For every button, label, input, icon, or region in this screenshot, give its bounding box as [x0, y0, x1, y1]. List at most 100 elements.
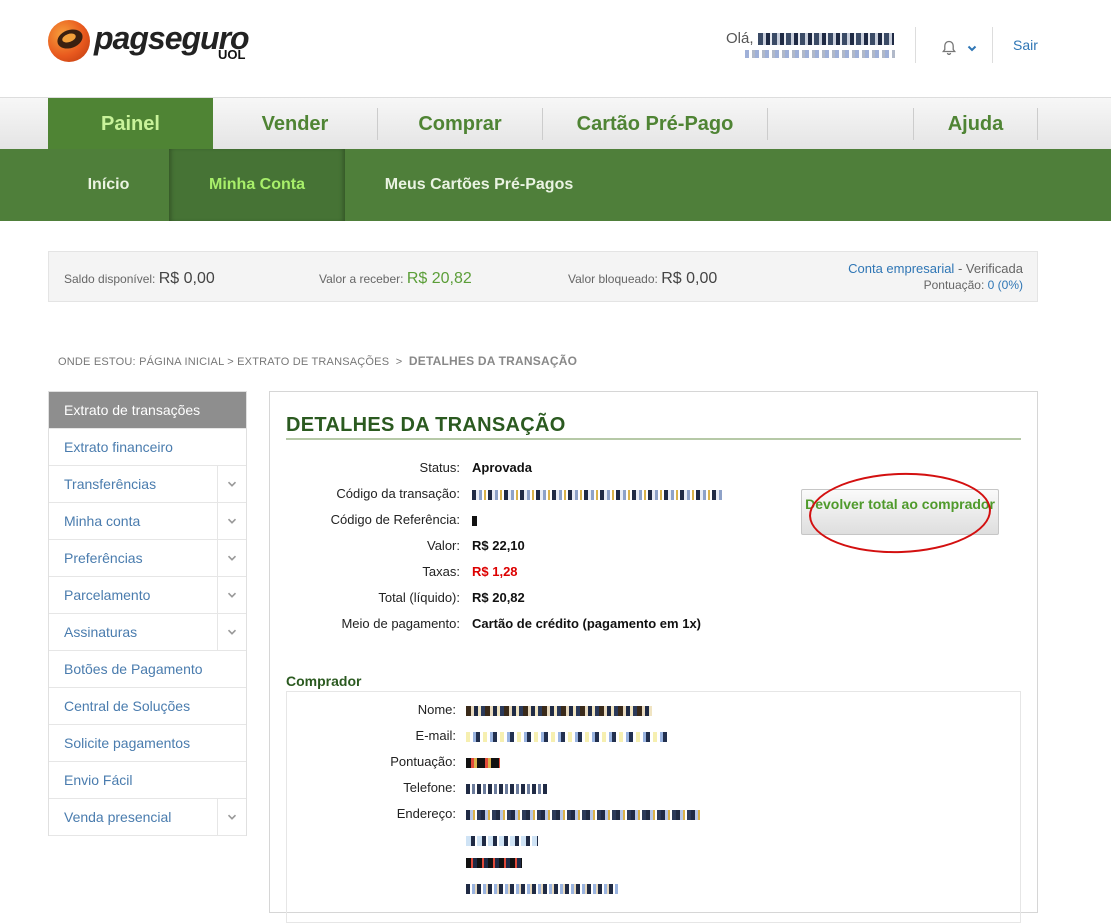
- breadcrumb-extrato[interactable]: EXTRATO DE TRANSAÇÕES: [237, 356, 389, 368]
- buyer-address-line4-redacted: [466, 884, 618, 894]
- logout-link[interactable]: Sair: [1013, 37, 1038, 53]
- nav-painel[interactable]: Painel: [48, 98, 213, 150]
- subnav-inicio[interactable]: Início: [48, 149, 169, 221]
- sidebar-item-label: Venda presencial: [64, 809, 172, 825]
- greeting-text: Olá,: [726, 30, 754, 47]
- buyer-phone-redacted: [466, 784, 548, 794]
- breadcrumb-current: DETALHES DA TRANSAÇÃO: [408, 354, 578, 368]
- nav-vender[interactable]: Vender: [213, 98, 377, 150]
- breadcrumb-prefix: ONDE ESTOU:: [58, 356, 136, 368]
- sidebar-item-minha-conta[interactable]: Minha conta: [49, 503, 246, 540]
- detail-label: Código de Referência:: [330, 512, 460, 527]
- detail-row-taxas: Taxas: R$ 1,28: [286, 564, 726, 584]
- detail-label: Meio de pagamento:: [341, 616, 460, 631]
- sidebar-item-envio-facil[interactable]: Envio Fácil: [49, 762, 246, 799]
- buyer-label: Telefone:: [403, 780, 456, 795]
- chevron-down-icon[interactable]: [217, 466, 246, 502]
- sidebar-item-parcelamento[interactable]: Parcelamento: [49, 577, 246, 614]
- divider: [915, 27, 916, 63]
- sidebar-item-label: Minha conta: [64, 513, 141, 529]
- detail-label: Total (líquido):: [378, 590, 460, 605]
- subnav-minha-conta[interactable]: Minha Conta: [169, 149, 345, 221]
- sidebar-item-extrato-transacoes[interactable]: Extrato de transações: [49, 392, 246, 429]
- red-circle-annotation: [807, 469, 993, 557]
- logo-sub: UOL: [218, 47, 246, 62]
- sidebar-item-label: Envio Fácil: [64, 772, 133, 788]
- transaction-details-panel: DETALHES DA TRANSAÇÃO Status: Aprovada C…: [269, 391, 1038, 923]
- nav-ajuda[interactable]: Ajuda: [914, 98, 1037, 150]
- divider: [992, 27, 993, 63]
- sidebar-item-assinaturas[interactable]: Assinaturas: [49, 614, 246, 651]
- breadcrumb-home[interactable]: PÁGINA INICIAL: [139, 356, 224, 368]
- payment-method-value: Cartão de crédito (pagamento em 1x): [472, 616, 701, 631]
- breadcrumb: ONDE ESTOU: PÁGINA INICIAL > EXTRATO DE …: [58, 354, 577, 368]
- sidebar-item-transferencias[interactable]: Transferências: [49, 466, 246, 503]
- balance-bar: Saldo disponível: R$ 0,00 Valor a recebe…: [48, 251, 1038, 302]
- nav-separator: [767, 108, 768, 140]
- reference-code-redacted: [472, 516, 477, 526]
- total-value: R$ 20,82: [472, 590, 525, 605]
- points-label: Pontuação:: [923, 278, 985, 292]
- nav-comprar[interactable]: Comprar: [378, 98, 542, 150]
- sidebar-item-extrato-financeiro[interactable]: Extrato financeiro: [49, 429, 246, 466]
- sidebar: Extrato de transações Extrato financeiro…: [48, 391, 247, 836]
- chevron-down-icon[interactable]: [217, 799, 246, 835]
- page-title: DETALHES DA TRANSAÇÃO: [286, 414, 566, 436]
- title-underline: [286, 438, 1021, 440]
- status-value: Aprovada: [472, 460, 532, 475]
- buyer-address-line3-redacted: [466, 858, 522, 868]
- buyer-label: Pontuação:: [390, 754, 456, 769]
- balance-available-label: Saldo disponível:: [64, 272, 156, 286]
- subnav-meus-cartoes[interactable]: Meus Cartões Pré-Pagos: [345, 149, 613, 221]
- sidebar-item-label: Assinaturas: [64, 624, 138, 640]
- buyer-label: Endereço:: [396, 806, 456, 821]
- user-greeting: Olá,: [726, 30, 894, 47]
- sidebar-item-label: Botões de Pagamento: [64, 661, 203, 677]
- detail-row-codigo-referencia: Código de Referência:: [286, 512, 726, 532]
- sidebar-item-label: Preferências: [64, 550, 143, 566]
- chevron-down-icon[interactable]: [966, 41, 978, 53]
- balance-receivable-label: Valor a receber:: [319, 272, 404, 286]
- sidebar-item-label: Extrato financeiro: [64, 439, 173, 455]
- user-name-redacted: [757, 33, 894, 46]
- sidebar-item-label: Transferências: [64, 476, 157, 492]
- breadcrumb-separator: >: [395, 356, 403, 368]
- breadcrumb-separator: >: [227, 356, 234, 368]
- amount-value: R$ 22,10: [472, 538, 525, 553]
- sidebar-item-label: Extrato de transações: [64, 402, 201, 418]
- header: pagseguro UOL Olá, Sair: [0, 0, 1111, 95]
- sidebar-item-preferencias[interactable]: Preferências: [49, 540, 246, 577]
- fees-value: R$ 1,28: [472, 564, 518, 579]
- buyer-row-pontuacao: Pontuação:: [286, 754, 726, 774]
- points-link[interactable]: 0 (0%): [988, 278, 1023, 292]
- balance-blocked: Valor bloqueado: R$ 0,00: [568, 270, 717, 288]
- balance-available: Saldo disponível: R$ 0,00: [64, 270, 215, 288]
- balance-blocked-value: R$ 0,00: [661, 270, 718, 287]
- sidebar-item-botoes-pagamento[interactable]: Botões de Pagamento: [49, 651, 246, 688]
- buyer-address-redacted: [466, 810, 702, 820]
- balance-blocked-label: Valor bloqueado:: [568, 272, 658, 286]
- sidebar-item-venda-presencial[interactable]: Venda presencial: [49, 799, 246, 836]
- chevron-down-icon[interactable]: [217, 540, 246, 576]
- nav-separator: [1037, 108, 1038, 140]
- user-email-redacted: [745, 50, 895, 58]
- buyer-address-line2-redacted: [466, 836, 538, 846]
- chevron-down-icon[interactable]: [217, 503, 246, 539]
- detail-row-meio-pagamento: Meio de pagamento: Cartão de crédito (pa…: [286, 616, 786, 636]
- account-type-link[interactable]: Conta empresarial: [848, 261, 954, 276]
- buyer-score-redacted: [466, 758, 500, 768]
- sidebar-item-label: Central de Soluções: [64, 698, 191, 714]
- buyer-label: E-mail:: [415, 728, 456, 743]
- sidebar-item-central-solucoes[interactable]: Central de Soluções: [49, 688, 246, 725]
- balance-receivable: Valor a receber: R$ 20,82: [319, 270, 472, 288]
- buyer-section-title: Comprador: [286, 673, 362, 689]
- buyer-row-email: E-mail:: [286, 728, 726, 748]
- sub-nav: Início Minha Conta Meus Cartões Pré-Pago…: [0, 149, 1111, 221]
- bell-icon[interactable]: [942, 40, 956, 56]
- pagseguro-logo[interactable]: pagseguro UOL: [48, 18, 258, 68]
- nav-cartao-pre-pago[interactable]: Cartão Pré-Pago: [543, 98, 767, 150]
- chevron-down-icon[interactable]: [217, 614, 246, 650]
- sidebar-item-solicite-pagamentos[interactable]: Solicite pagamentos: [49, 725, 246, 762]
- chevron-down-icon[interactable]: [217, 577, 246, 613]
- detail-label: Status:: [419, 460, 460, 475]
